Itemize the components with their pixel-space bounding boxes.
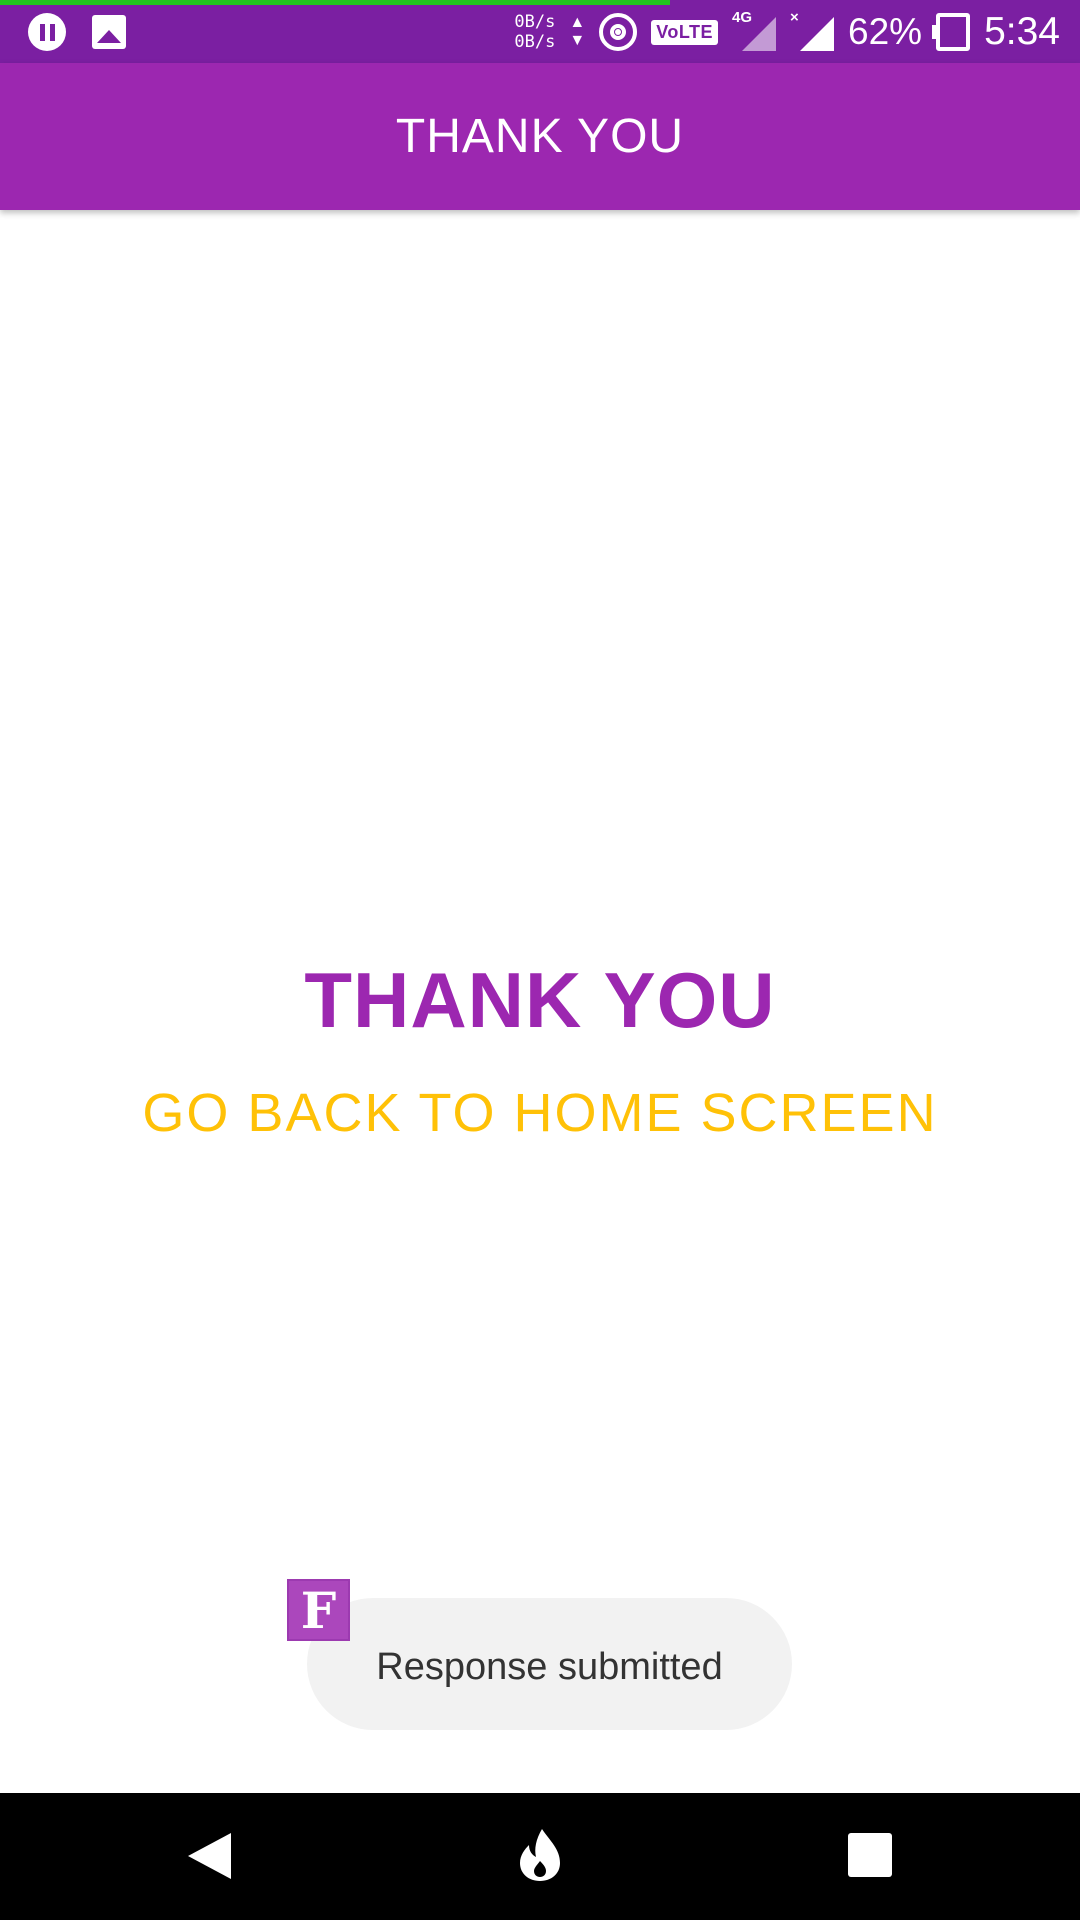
no-service-mark: × xyxy=(790,9,799,26)
signal-4g-icon: 4G xyxy=(732,9,777,53)
status-bar: 0B/s 0B/s ▲ ▼ VoLTE 4G × 62% 5:34 xyxy=(0,0,1080,63)
network-speed-down: 0B/s xyxy=(514,32,556,52)
recents-icon[interactable] xyxy=(848,1833,892,1877)
hotspot-icon xyxy=(599,13,638,51)
home-icon[interactable] xyxy=(516,1827,564,1883)
clock: 5:34 xyxy=(984,10,1060,53)
volte-badge: VoLTE xyxy=(651,19,719,45)
back-icon[interactable] xyxy=(188,1833,231,1879)
toast: Response submitted xyxy=(307,1598,792,1730)
screen: 0B/s 0B/s ▲ ▼ VoLTE 4G × 62% 5:34 THANK Y… xyxy=(0,0,1080,1920)
data-arrows-icon: ▲ ▼ xyxy=(569,14,586,49)
app-bar: THANK YOU xyxy=(0,63,1080,210)
network-speed: 0B/s 0B/s xyxy=(514,12,555,52)
download-progress-line xyxy=(0,0,670,5)
network-speed-up: 0B/s xyxy=(514,12,556,32)
gallery-icon xyxy=(92,15,126,49)
go-back-home-link[interactable]: GO BACK TO HOME SCREEN xyxy=(0,1082,1080,1144)
toast-message: Response submitted xyxy=(376,1645,723,1688)
thank-you-heading: THANK YOU xyxy=(304,956,776,1044)
app-logo-icon: F xyxy=(287,1579,350,1641)
navigation-bar xyxy=(0,1793,1080,1920)
battery-icon xyxy=(932,13,971,51)
app-bar-title: THANK YOU xyxy=(395,110,685,163)
battery-percent: 62% xyxy=(848,11,923,52)
pause-icon xyxy=(28,13,66,51)
signal-no-service-icon: × xyxy=(790,9,835,53)
